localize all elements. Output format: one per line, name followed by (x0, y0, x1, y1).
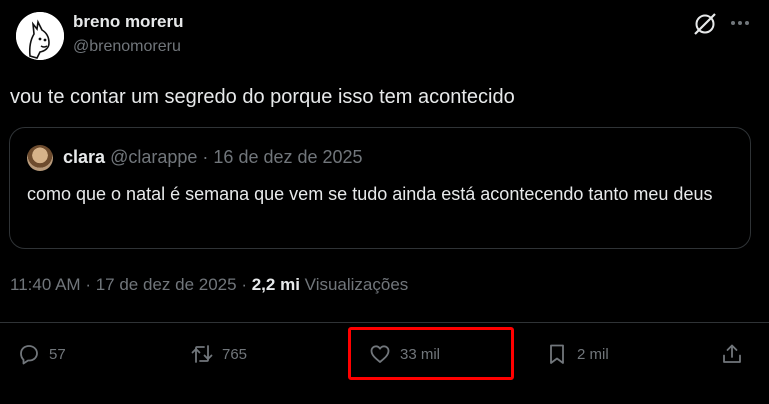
quoted-tweet[interactable]: clara @clarappe · 16 de dez de 2025 como… (9, 127, 751, 249)
divider (0, 322, 769, 323)
author-name[interactable]: breno moreru (73, 12, 184, 32)
meta-separator: · (85, 275, 91, 294)
quote-header: clara @clarappe · 16 de dez de 2025 (63, 147, 363, 168)
more-options-icon[interactable] (729, 12, 751, 34)
author-avatar[interactable] (16, 12, 64, 60)
quote-avatar[interactable] (27, 145, 53, 171)
tweet-time[interactable]: 11:40 AM (10, 275, 81, 294)
reply-icon (20, 345, 38, 365)
share-icon (723, 344, 741, 363)
like-highlight-box (348, 327, 514, 380)
quote-author-name[interactable]: clara (63, 147, 105, 167)
quote-separator: · (202, 147, 209, 167)
tweet-date[interactable]: 17 de dez de 2025 (96, 275, 237, 294)
repost-icon (191, 345, 213, 363)
bookmark-icon (550, 344, 564, 364)
repost-button[interactable]: 765 (190, 340, 247, 368)
views-count: 2,2 mi (251, 275, 300, 294)
quote-author-handle[interactable]: @clarappe (110, 147, 197, 167)
tweet-meta: 11:40 AM · 17 de dez de 2025 · 2,2 mi Vi… (10, 275, 408, 295)
tweet-text: vou te contar um segredo do porque isso … (10, 86, 515, 108)
quote-text: como que o natal é semana que vem se tud… (27, 184, 713, 204)
quote-date[interactable]: 16 de dez de 2025 (213, 147, 362, 167)
author-handle[interactable]: @brenomoreru (73, 38, 181, 56)
bookmark-button[interactable]: 2 mil (545, 340, 609, 368)
meta-separator-2: · (241, 275, 247, 294)
reply-button[interactable]: 57 (17, 340, 66, 368)
views-label: Visualizações (304, 275, 409, 294)
share-button[interactable] (720, 340, 752, 368)
bookmark-count: 2 mil (577, 345, 609, 363)
reply-count: 57 (49, 345, 66, 363)
repost-count: 765 (222, 345, 248, 363)
grok-icon[interactable] (692, 11, 718, 37)
